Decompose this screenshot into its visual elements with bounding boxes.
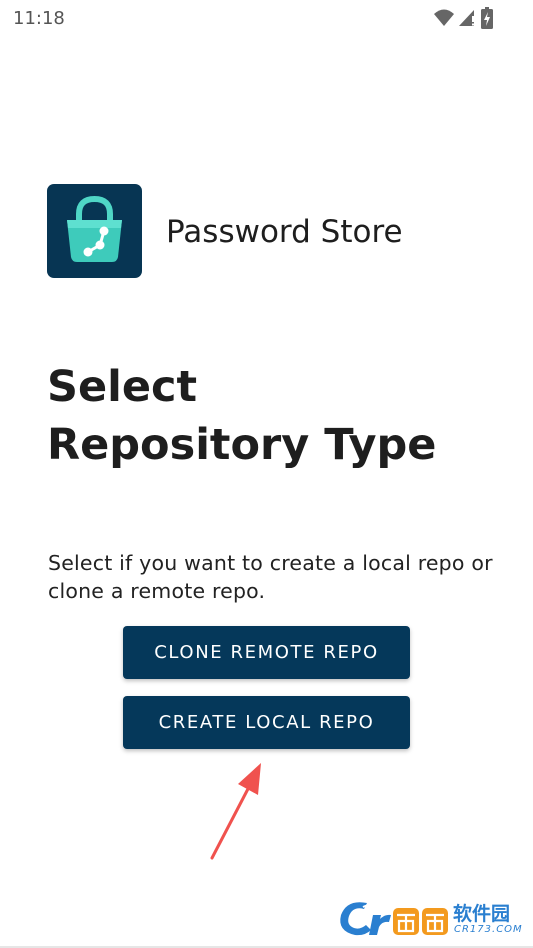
annotation-arrow-icon	[210, 763, 261, 860]
signal-icon	[458, 8, 476, 28]
status-icons	[433, 6, 493, 30]
watermark: 软件园 CR173.COM	[333, 893, 528, 943]
watermark-text: 软件园	[453, 903, 511, 925]
page-title-line-2: Repository Type	[47, 420, 437, 470]
clone-remote-repo-button[interactable]: CLONE REMOTE REPO	[123, 626, 410, 679]
app-name: Password Store	[166, 214, 403, 250]
create-local-repo-button[interactable]: CREATE LOCAL REPO	[123, 696, 410, 749]
status-bar: 11:18	[0, 0, 533, 36]
description-text: Select if you want to create a local rep…	[48, 551, 493, 603]
app-logo	[47, 184, 142, 278]
page-title: Select Repository Type	[47, 358, 507, 474]
lock-bag-icon	[67, 195, 122, 262]
battery-icon	[481, 7, 493, 29]
page-title-line-1: Select	[47, 362, 198, 412]
screen: 11:18 Password Store Select Repository T…	[0, 0, 533, 948]
wifi-icon	[433, 8, 455, 28]
watermark-url: CR173.COM	[454, 924, 523, 935]
status-time: 11:18	[13, 8, 65, 29]
